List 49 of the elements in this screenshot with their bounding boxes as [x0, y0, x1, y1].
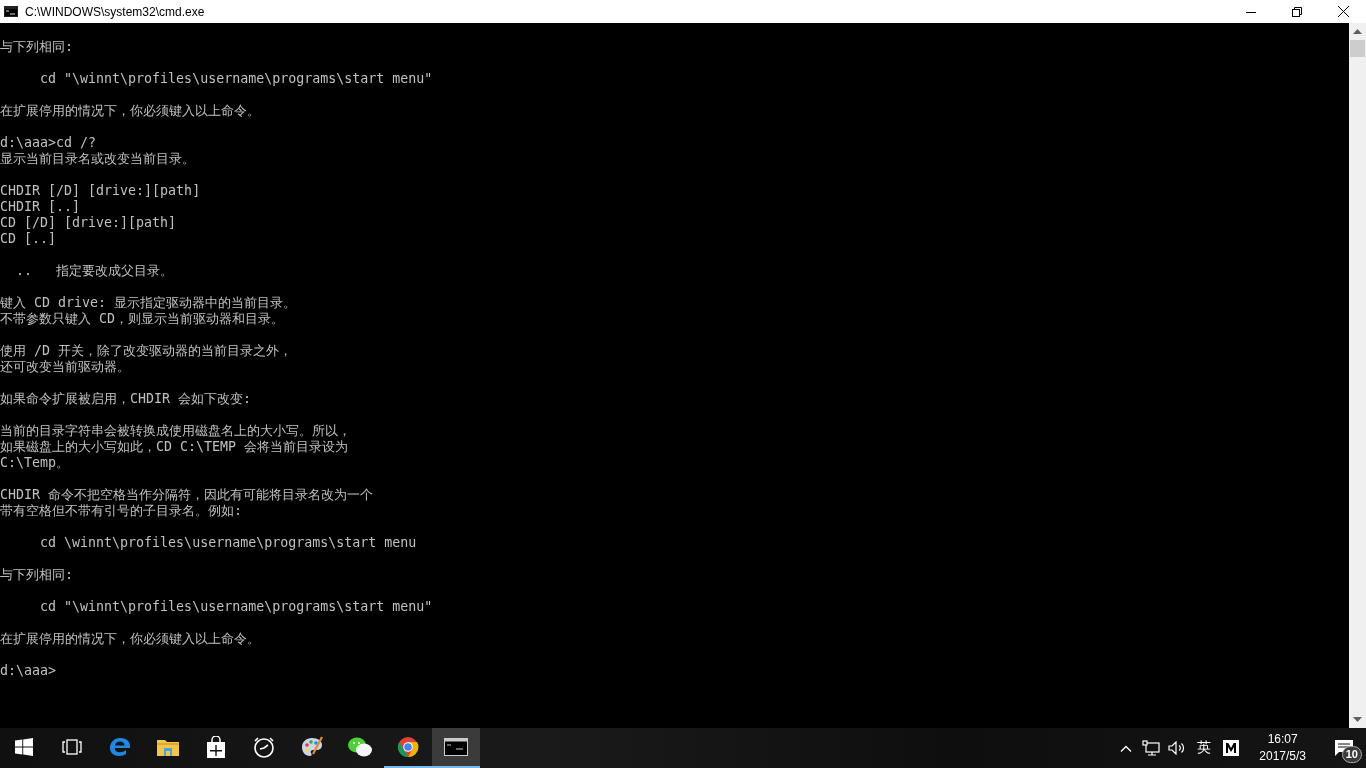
console-line: 还可改变当前驱动器。 [0, 359, 130, 375]
clock[interactable]: 16:07 2017/5/3 [1249, 728, 1316, 768]
console-line: C:\Temp。 [0, 455, 70, 471]
console-line: CD [..] [0, 231, 57, 247]
console-line: d:\aaa>cd /? [0, 135, 97, 151]
caret-down-icon [1353, 717, 1362, 722]
console-line: .. 指定要改成父目录。 [15, 263, 174, 279]
console-line: 在扩展停用的情况下，你必须键入以上命令。 [0, 631, 260, 647]
shopping-bag-icon [205, 736, 227, 758]
notification-button[interactable]: 10 [1322, 728, 1366, 768]
input-language-indicator[interactable]: 英 [1189, 728, 1220, 768]
taskbar-button[interactable] [432, 728, 480, 768]
console-line: CHDIR 命令不把空格当作分隔符，因此有可能将目录名改为一个 [0, 487, 374, 503]
clock-date: 2017/5/3 [1259, 748, 1306, 765]
chat-bubbles-icon [347, 736, 373, 758]
console-line: cd "\winnt\profiles\username\programs\start menu" [39, 599, 433, 615]
alarm-clock-icon [252, 736, 276, 758]
console-line: 如果命令扩展被启用，CHDIR 会如下改变: [0, 391, 252, 407]
console-line: 显示当前目录名或改变当前目录。 [0, 151, 195, 167]
console-line: 键入 CD drive: 显示指定驱动器中的当前目录。 [0, 295, 297, 311]
console-line: 带有空格但不带有引号的子目录名。例如: [0, 503, 242, 519]
console-line: 使用 /D 开关，除了改变驱动器的当前目录之外， [0, 343, 293, 359]
windows-logo-icon [15, 738, 33, 756]
browser-e-icon [109, 736, 131, 758]
scrollbar-thumb[interactable] [1350, 40, 1365, 57]
browser-circle-icon [397, 736, 419, 758]
task-view-icon [62, 739, 82, 755]
console-line: 如果磁盘上的大小写如此，CD C:\TEMP 会将当前目录设为 [0, 439, 349, 455]
console-line: 在扩展停用的情况下，你必须键入以上命令。 [0, 103, 260, 119]
restore-icon [1292, 6, 1302, 17]
console-line: d:\aaa> [0, 663, 57, 679]
terminal-icon [4, 6, 18, 17]
console-line: CD [/D] [drive:][path] [0, 215, 177, 231]
folder-icon [157, 738, 179, 756]
console-line: cd "\winnt\profiles\username\programs\start menu" [39, 71, 433, 87]
paint-palette-icon [300, 735, 324, 759]
console-line: CHDIR [..] [0, 199, 81, 215]
console-line: 与下列相同: [0, 567, 73, 583]
notification-count-badge: 10 [1341, 746, 1362, 763]
clock-time: 16:07 [1267, 731, 1298, 748]
console-line: 与下列相同: [0, 39, 73, 55]
console-line: 当前的目录字符串会被转换成使用磁盘名上的大小写。所以， [0, 423, 351, 439]
window-title: C:\WINDOWS\system32\cmd.exe [25, 4, 205, 19]
terminal-icon [444, 738, 468, 756]
console-line: CHDIR [/D] [drive:][path] [0, 183, 201, 199]
caret-up-icon [1353, 29, 1362, 34]
close-icon [1337, 6, 1349, 17]
console-line: 不带参数只键入 CD，则显示当前驱动器和目录。 [0, 311, 285, 327]
console-line: cd \winnt\profiles\username\programs\start menu [39, 535, 417, 551]
